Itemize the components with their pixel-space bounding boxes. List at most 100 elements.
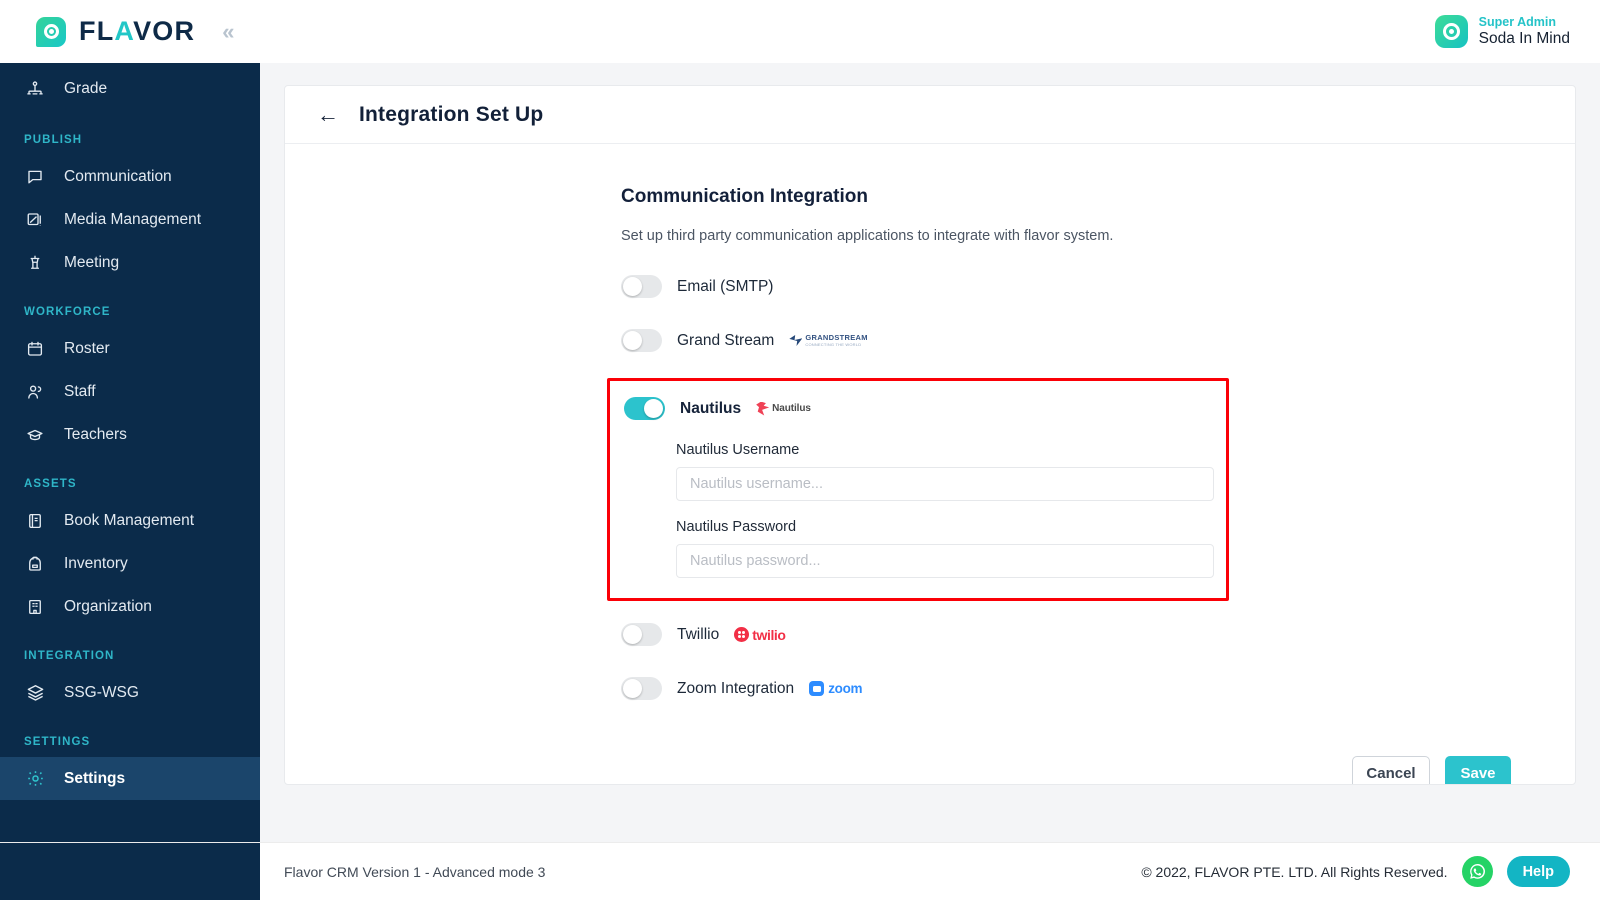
sidebar-group-workforce: WORKFORCE <box>24 306 111 318</box>
integration-label: Twillio <box>677 625 720 643</box>
toggle-twillio[interactable] <box>621 623 662 646</box>
sidebar-item-label: Media Management <box>64 210 201 228</box>
brand-title: FLAVOR <box>79 16 195 47</box>
sidebar-item-staff[interactable]: Staff <box>0 370 260 413</box>
sidebar-item-organization[interactable]: Organization <box>0 585 260 628</box>
media-image-icon <box>24 211 46 229</box>
calendar-icon <box>24 340 46 358</box>
sidebar-group-settings: SETTINGS <box>24 736 91 748</box>
toggle-grand-stream[interactable] <box>621 329 662 352</box>
book-icon <box>24 512 46 530</box>
brand: FLAVOR « <box>0 16 235 47</box>
content-scroll-area: ← Integration Set Up Communication Integ… <box>260 63 1600 842</box>
nautilus-logo-text: Nautilus <box>772 403 811 414</box>
footer-version: Flavor CRM Version 1 - Advanced mode 3 <box>284 863 546 880</box>
sidebar-item-label: Grade <box>64 79 108 97</box>
twilio-logo-text: twilio <box>752 626 786 643</box>
brand-text-accent: A <box>114 16 134 46</box>
avatar <box>1434 15 1468 48</box>
sidebar-item-label: Inventory <box>64 554 128 572</box>
integration-card: ← Integration Set Up Communication Integ… <box>284 85 1576 785</box>
sidebar-item-label: Staff <box>64 382 96 400</box>
sidebar-group-assets: ASSETS <box>24 478 77 490</box>
toggle-zoom[interactable] <box>621 677 662 700</box>
sidebar-item-book-management[interactable]: Book Management <box>0 499 260 542</box>
app-root: FLAVOR « Super Admin Soda In Mind Grade … <box>0 0 1600 900</box>
sidebar-group-integration: INTEGRATION <box>24 650 115 662</box>
integration-row-grand-stream: Grand Stream GRANDSTREAM CONNECTING THE … <box>621 329 1231 352</box>
main-content: ← Integration Set Up Communication Integ… <box>260 63 1600 842</box>
building-icon <box>24 598 46 616</box>
card-body: Communication Integration Set up third p… <box>285 144 1575 784</box>
toggle-email-smtp[interactable] <box>621 275 662 298</box>
grade-hierarchy-icon <box>24 80 46 98</box>
brand-text-part2: VOR <box>133 16 196 46</box>
user-role: Super Admin <box>1478 14 1556 29</box>
sidebar-item-inventory[interactable]: Inventory <box>0 542 260 585</box>
twilio-logo-icon: twilio <box>734 626 786 643</box>
integration-row-twillio: Twillio twilio <box>621 623 1231 646</box>
sidebar-item-label: Roster <box>64 339 110 357</box>
sidebar-group-publish: PUBLISH <box>24 134 83 146</box>
chat-bubble-icon <box>24 168 46 186</box>
footer-right: © 2022, FLAVOR PTE. LTD. All Rights Rese… <box>1141 856 1570 887</box>
sidebar-item-teachers[interactable]: Teachers <box>0 413 260 456</box>
grandstream-logo-icon: GRANDSTREAM CONNECTING THE WORLD <box>789 333 868 347</box>
sidebar-item-media-management[interactable]: Media Management <box>0 198 260 241</box>
sidebar-item-meeting[interactable]: Meeting <box>0 241 260 284</box>
nautilus-password-input[interactable] <box>676 544 1214 578</box>
form-actions: Cancel Save <box>621 756 1511 784</box>
sidebar-item-ssg-wsg[interactable]: SSG-WSG <box>0 671 260 714</box>
whatsapp-icon[interactable] <box>1461 856 1493 887</box>
integration-label: Zoom Integration <box>677 679 795 697</box>
chevrons-left-icon[interactable]: « <box>222 19 234 45</box>
grandstream-logo-text: GRANDSTREAM <box>805 333 868 343</box>
sidebar-item-communication[interactable]: Communication <box>0 155 260 198</box>
zoom-logo-icon: zoom <box>809 681 863 696</box>
cancel-button[interactable]: Cancel <box>1352 756 1430 784</box>
nautilus-username-group: Nautilus Username <box>676 442 1214 501</box>
podium-icon <box>24 254 46 272</box>
people-icon <box>24 383 46 401</box>
user-meta: Super Admin Soda In Mind <box>1479 15 1570 49</box>
integration-row-zoom: Zoom Integration zoom <box>621 677 1231 700</box>
integration-row-nautilus: Nautilus Nautilus <box>624 397 1226 420</box>
gear-icon <box>24 769 46 788</box>
save-button[interactable]: Save <box>1445 756 1511 784</box>
arrow-left-icon[interactable]: ← <box>317 103 339 126</box>
user-name: Soda In Mind <box>1478 29 1570 47</box>
footer-copyright: © 2022, FLAVOR PTE. LTD. All Rights Rese… <box>1141 863 1448 880</box>
sidebar-item-label: SSG-WSG <box>64 683 139 701</box>
sidebar-item-label: Meeting <box>64 253 120 271</box>
sidebar-item-label: Teachers <box>64 425 127 443</box>
section-title: Communication Integration <box>621 186 868 207</box>
graduation-cap-icon <box>24 426 46 444</box>
toggle-nautilus[interactable] <box>624 397 665 420</box>
zoom-logo-text: zoom <box>828 681 863 696</box>
body-row: Grade PUBLISH Communication Media Manage… <box>0 63 1600 842</box>
sidebar-item-label: Organization <box>64 597 152 615</box>
backpack-icon <box>24 555 46 573</box>
integration-label: Email (SMTP) <box>677 277 774 295</box>
user-menu[interactable]: Super Admin Soda In Mind <box>1434 15 1600 49</box>
nautilus-username-input[interactable] <box>676 467 1214 501</box>
sidebar-item-label: Book Management <box>64 511 195 529</box>
sidebar-item-label: Settings <box>64 769 126 787</box>
grandstream-logo-subtext: CONNECTING THE WORLD <box>805 341 862 347</box>
integration-row-email-smtp: Email (SMTP) <box>621 275 1231 298</box>
integration-label: Nautilus <box>680 399 742 417</box>
nautilus-password-group: Nautilus Password <box>676 519 1214 578</box>
sidebar-item-settings[interactable]: Settings <box>0 757 260 800</box>
sidebar-item-grade[interactable]: Grade <box>0 67 260 110</box>
section-description: Set up third party communication applica… <box>621 228 1114 244</box>
nautilus-logo-icon: Nautilus <box>756 401 811 416</box>
nautilus-password-label: Nautilus Password <box>676 519 797 535</box>
sidebar-item-roster[interactable]: Roster <box>0 327 260 370</box>
help-button[interactable]: Help <box>1506 856 1570 887</box>
page-title: Integration Set Up <box>359 102 544 126</box>
sidebar-footer-strip <box>0 843 260 900</box>
nautilus-username-label: Nautilus Username <box>676 442 800 458</box>
sidebar-item-label: Communication <box>64 167 172 185</box>
layers-icon <box>24 683 46 702</box>
brand-text-part1: FL <box>79 16 115 46</box>
